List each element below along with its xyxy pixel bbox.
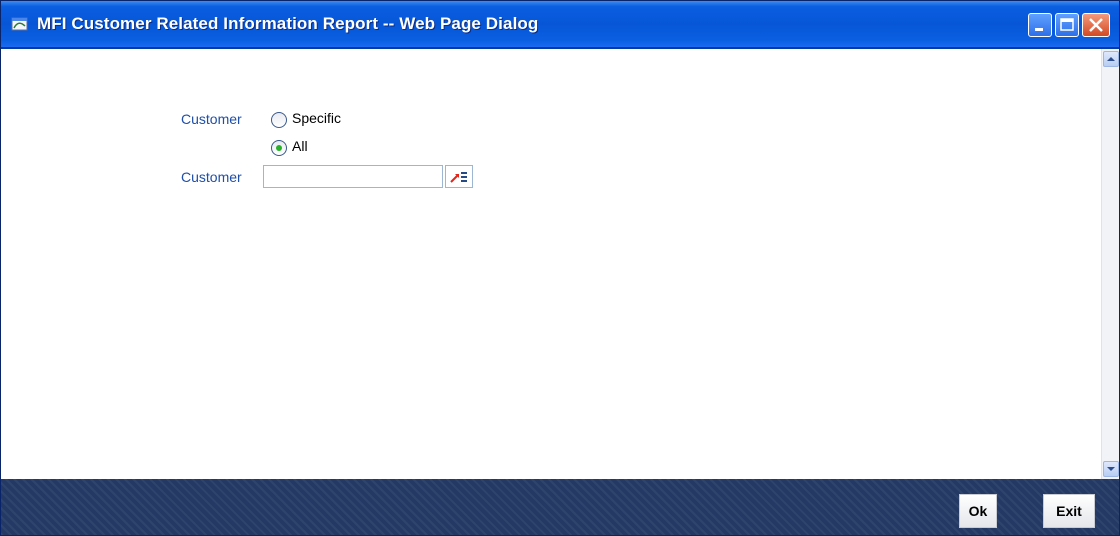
- dialog-body: Customer Specific All Customer: [1, 49, 1101, 479]
- maximize-button[interactable]: [1055, 13, 1079, 37]
- close-button[interactable]: [1082, 13, 1110, 37]
- maximize-icon: [1060, 18, 1074, 31]
- customer-lov-button[interactable]: [445, 165, 473, 188]
- dialog-window: MFI Customer Related Information Report …: [0, 0, 1120, 536]
- ie-page-icon: [11, 17, 29, 31]
- radio-specific-label: Specific: [292, 110, 342, 126]
- window-title: MFI Customer Related Information Report …: [37, 14, 539, 33]
- customer-field-label: Customer: [181, 169, 242, 185]
- customer-input[interactable]: [263, 165, 443, 188]
- radio-specific[interactable]: [271, 112, 287, 128]
- minimize-icon: [1035, 28, 1043, 31]
- minimize-button[interactable]: [1028, 13, 1052, 37]
- exit-button[interactable]: Exit: [1043, 494, 1095, 528]
- vertical-scrollbar[interactable]: [1101, 49, 1119, 479]
- ok-button[interactable]: Ok: [959, 494, 997, 528]
- footer-bar: [1, 479, 1119, 535]
- title-bar: MFI Customer Related Information Report …: [1, 1, 1119, 49]
- scroll-up-arrow-icon: [1107, 57, 1115, 61]
- radio-all[interactable]: [271, 140, 287, 156]
- scroll-down-arrow-icon: [1107, 467, 1115, 471]
- close-icon: [1089, 18, 1103, 32]
- list-of-values-icon: [450, 172, 467, 183]
- scroll-down-button[interactable]: [1103, 461, 1119, 477]
- radio-all-label: All: [292, 138, 308, 154]
- scroll-up-button[interactable]: [1103, 51, 1119, 67]
- customer-label: Customer: [181, 111, 242, 127]
